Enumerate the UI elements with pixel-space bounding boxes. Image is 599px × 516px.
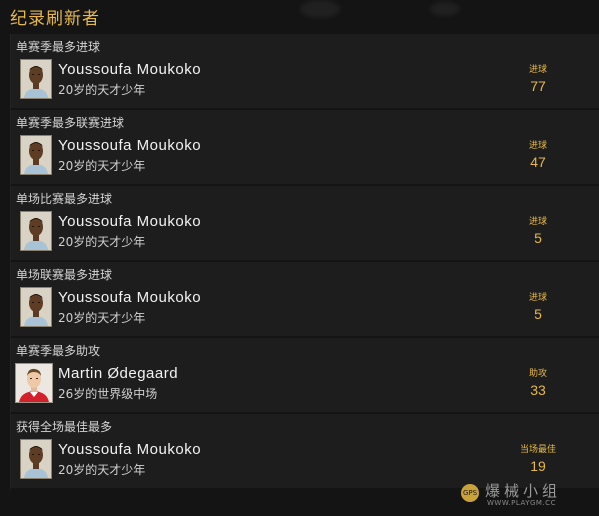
record-row[interactable]: 单赛季最多助攻 Martin Ødegaard 26岁的世界级中场 助攻 33 bbox=[10, 338, 599, 414]
player-avatar bbox=[20, 211, 52, 251]
player-avatar bbox=[20, 135, 52, 175]
stat-label: 当场最佳 bbox=[519, 445, 556, 455]
stat-value: 19 bbox=[530, 458, 546, 474]
player-description: 20岁的天才少年 bbox=[58, 463, 146, 477]
player-name: Youssoufa Moukoko bbox=[58, 289, 202, 306]
stat-value: 33 bbox=[530, 382, 546, 398]
watermark-text: 爆械小组 bbox=[485, 482, 562, 500]
player-avatar bbox=[20, 439, 52, 479]
player-description: 20岁的天才少年 bbox=[58, 235, 146, 249]
record-title: 单场比赛最多进球 bbox=[16, 192, 113, 206]
stat-value: 77 bbox=[530, 78, 546, 94]
site-watermark: GPS 爆械小组 WWW.PLAYGM.CC bbox=[461, 480, 591, 510]
record-title: 单赛季最多进球 bbox=[16, 40, 101, 54]
record-row[interactable]: 单场比赛最多进球 Youssoufa Moukoko 20岁的天才少年 进球 5 bbox=[10, 186, 599, 262]
stat-label: 进球 bbox=[528, 293, 547, 303]
player-description: 20岁的天才少年 bbox=[58, 311, 146, 325]
stat-value: 47 bbox=[530, 154, 546, 170]
watermark-logo-icon: GPS bbox=[461, 484, 479, 502]
player-description: 26岁的世界级中场 bbox=[58, 387, 158, 401]
record-list: 单赛季最多进球 Youssoufa Moukoko 20岁的天才少年 进球 77… bbox=[10, 34, 599, 490]
record-row[interactable]: 单赛季最多进球 Youssoufa Moukoko 20岁的天才少年 进球 77 bbox=[10, 34, 599, 110]
stat-label: 进球 bbox=[528, 217, 547, 227]
stat-value: 5 bbox=[534, 306, 542, 322]
background-decoration bbox=[430, 2, 460, 16]
player-description: 20岁的天才少年 bbox=[58, 83, 146, 97]
record-title: 单场联赛最多进球 bbox=[16, 268, 113, 282]
stat-label: 进球 bbox=[528, 65, 547, 75]
player-name: Youssoufa Moukoko bbox=[58, 213, 202, 230]
player-name: Youssoufa Moukoko bbox=[58, 61, 202, 78]
stat-label: 助攻 bbox=[528, 369, 547, 379]
page-title: 纪录刷新者 bbox=[10, 9, 100, 29]
record-row[interactable]: 单赛季最多联赛进球 Youssoufa Moukoko 20岁的天才少年 进球 … bbox=[10, 110, 599, 186]
record-row[interactable]: 单场联赛最多进球 Youssoufa Moukoko 20岁的天才少年 进球 5 bbox=[10, 262, 599, 338]
watermark-url: WWW.PLAYGM.CC bbox=[487, 499, 556, 507]
player-avatar bbox=[20, 59, 52, 99]
record-title: 单赛季最多助攻 bbox=[16, 344, 101, 358]
player-avatar bbox=[20, 287, 52, 327]
player-name: Martin Ødegaard bbox=[58, 365, 179, 382]
background-decoration bbox=[300, 0, 340, 18]
player-description: 20岁的天才少年 bbox=[58, 159, 146, 173]
record-row[interactable]: 获得全场最佳最多 Youssoufa Moukoko 20岁的天才少年 当场最佳… bbox=[10, 414, 599, 490]
record-title: 获得全场最佳最多 bbox=[16, 420, 113, 434]
player-name: Youssoufa Moukoko bbox=[58, 441, 202, 458]
record-title: 单赛季最多联赛进球 bbox=[16, 116, 125, 130]
player-name: Youssoufa Moukoko bbox=[58, 137, 202, 154]
player-avatar bbox=[15, 363, 53, 403]
stat-label: 进球 bbox=[528, 141, 547, 151]
stat-value: 5 bbox=[534, 230, 542, 246]
